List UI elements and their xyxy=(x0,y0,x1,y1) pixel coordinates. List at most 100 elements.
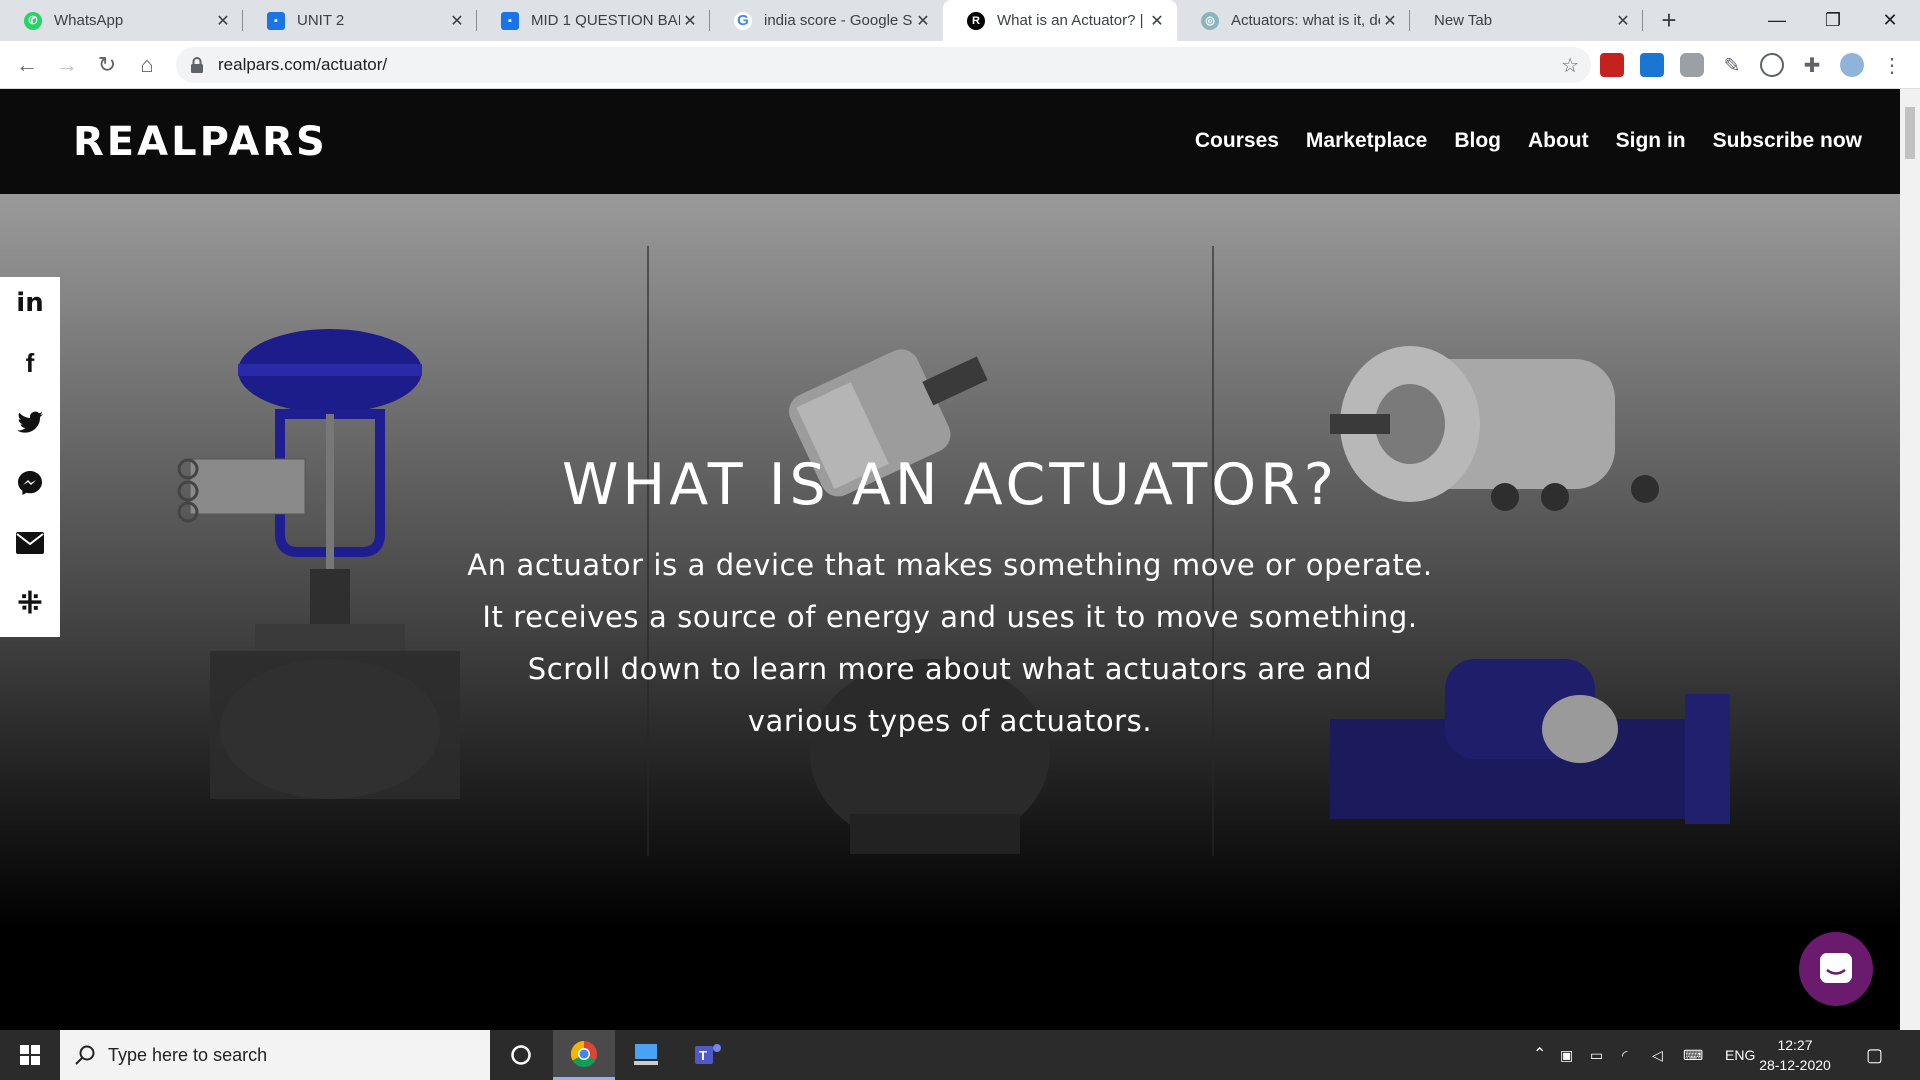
browser-toolbar: ← → ↻ ⌂ realpars.com/actuator/ ☆ ✎ ✚ ⋮ xyxy=(0,41,1920,89)
close-icon[interactable]: ✕ xyxy=(447,11,467,31)
page-scrollbar[interactable] xyxy=(1900,89,1920,1030)
close-window-button[interactable]: ✕ xyxy=(1862,0,1918,41)
meet-now-icon[interactable]: ▣ xyxy=(1560,1030,1573,1080)
extensions-puzzle-icon[interactable]: ✚ xyxy=(1800,53,1824,77)
hero-title: WHAT IS AN ACTUATOR? xyxy=(561,452,1339,518)
messenger-icon[interactable] xyxy=(14,467,46,499)
nav-about[interactable]: About xyxy=(1528,129,1589,153)
tab-new-tab[interactable]: New Tab ✕ xyxy=(1410,0,1643,41)
taskbar-teams[interactable]: T xyxy=(677,1030,739,1080)
profile-avatar[interactable] xyxy=(1840,53,1864,77)
tab-mid-1-question-bank[interactable]: ▪ MID 1 QUESTION BAN ✕ xyxy=(477,0,710,41)
screen-capture-extension-icon[interactable] xyxy=(1640,53,1664,77)
hero-section: WHAT IS AN ACTUATOR? An actuator is a de… xyxy=(0,194,1900,1030)
notifications-icon[interactable]: ▢ xyxy=(1866,1030,1883,1080)
hero-description: An actuator is a device that makes somet… xyxy=(400,539,1500,747)
search-icon xyxy=(75,1045,95,1065)
windows-taskbar: Type here to search T ⌃ ▣ ▭ ◜ ◁ ⌨ ENG 12… xyxy=(0,1030,1920,1080)
whatsapp-icon: ✆ xyxy=(24,11,42,30)
code-extension-icon[interactable] xyxy=(1760,53,1784,77)
clock-time: 12:27 xyxy=(1777,1037,1813,1053)
lock-icon[interactable] xyxy=(190,56,206,74)
hero-line: various types of actuators. xyxy=(747,704,1153,738)
close-icon[interactable]: ✕ xyxy=(1147,11,1167,31)
tab-unit-2[interactable]: ▪ UNIT 2 ✕ xyxy=(243,0,477,41)
teams-icon: T xyxy=(695,1044,721,1064)
realpars-logo[interactable]: REALPARS xyxy=(73,119,328,165)
svg-text:T: T xyxy=(699,1048,707,1063)
realpars-icon: R xyxy=(967,11,985,30)
address-bar[interactable]: realpars.com/actuator/ ☆ xyxy=(176,47,1591,83)
tab-whatsapp[interactable]: ✆ WhatsApp ✕ xyxy=(0,0,243,41)
tab-actuators-what-is-it[interactable]: ◎ Actuators: what is it, de ✕ xyxy=(1177,0,1410,41)
tab-title: New Tab xyxy=(1434,12,1493,29)
language-indicator[interactable]: ENG xyxy=(1725,1030,1755,1080)
cortana-circle-icon xyxy=(511,1045,531,1065)
site-icon: ◎ xyxy=(1201,11,1219,30)
keyboard-icon[interactable]: ⌨ xyxy=(1683,1030,1703,1080)
windows-start-button[interactable] xyxy=(0,1030,60,1080)
scrollbar-thumb[interactable] xyxy=(1905,107,1915,159)
close-icon[interactable]: ✕ xyxy=(1613,11,1633,31)
new-tab-button[interactable]: + xyxy=(1655,6,1683,34)
tab-strip: ✆ WhatsApp ✕ ▪ UNIT 2 ✕ ▪ MID 1 QUESTION… xyxy=(0,0,1920,41)
chrome-icon xyxy=(570,1040,597,1067)
site-header: REALPARS Courses Marketplace Blog About … xyxy=(0,89,1900,194)
reload-button[interactable]: ↻ xyxy=(92,50,122,80)
camera-extension-icon[interactable] xyxy=(1680,53,1704,77)
linkedin-icon[interactable]: in xyxy=(14,287,46,319)
restore-button[interactable]: ❐ xyxy=(1805,0,1861,41)
clock[interactable]: 12:27 28-12-2020 xyxy=(1755,1035,1835,1075)
volume-icon[interactable]: ◁ xyxy=(1652,1030,1663,1080)
clock-date: 28-12-2020 xyxy=(1759,1057,1831,1073)
google-classroom-icon: ▪ xyxy=(501,11,519,30)
chat-icon xyxy=(1820,953,1852,983)
nav-subscribe-now[interactable]: Subscribe now xyxy=(1713,129,1862,153)
email-icon[interactable] xyxy=(14,527,46,559)
show-hidden-icons-icon[interactable]: ⌃ xyxy=(1533,1030,1546,1080)
hero-line: An actuator is a device that makes somet… xyxy=(467,548,1433,582)
home-button[interactable]: ⌂ xyxy=(132,50,162,80)
google-icon: G xyxy=(734,11,752,30)
tab-india-score[interactable]: G india score - Google Se ✕ xyxy=(710,0,943,41)
url-text[interactable]: realpars.com/actuator/ xyxy=(218,55,1561,75)
taskbar-search-box[interactable]: Type here to search xyxy=(60,1030,490,1080)
tab-separator xyxy=(1642,10,1643,31)
bookmark-star-icon[interactable]: ☆ xyxy=(1561,53,1579,78)
close-icon[interactable]: ✕ xyxy=(1380,11,1400,31)
menu-kebab-icon[interactable]: ⋮ xyxy=(1880,53,1904,77)
cortana-button[interactable] xyxy=(490,1030,552,1080)
windows-logo-icon xyxy=(20,1045,40,1065)
eyedropper-extension-icon[interactable]: ✎ xyxy=(1720,53,1744,77)
close-icon[interactable]: ✕ xyxy=(680,11,700,31)
acrobat-extension-icon[interactable] xyxy=(1600,53,1624,77)
nav-courses[interactable]: Courses xyxy=(1195,129,1279,153)
twitter-icon[interactable] xyxy=(14,407,46,439)
battery-icon[interactable]: ▭ xyxy=(1590,1030,1603,1080)
nav-marketplace[interactable]: Marketplace xyxy=(1306,129,1427,153)
hero-line: Scroll down to learn more about what act… xyxy=(527,652,1373,686)
wifi-icon[interactable]: ◜ xyxy=(1622,1030,1627,1080)
tab-title: Actuators: what is it, de xyxy=(1231,12,1380,29)
nav-sign-in[interactable]: Sign in xyxy=(1616,129,1686,153)
tab-title: What is an Actuator? | xyxy=(997,12,1144,29)
intercom-chat-button[interactable] xyxy=(1799,932,1873,1006)
social-share-bar: in f ⁜ xyxy=(0,277,60,637)
close-icon[interactable]: ✕ xyxy=(213,11,233,31)
back-button[interactable]: ← xyxy=(12,50,42,80)
tab-title: UNIT 2 xyxy=(297,12,345,29)
forward-button[interactable]: → xyxy=(52,50,82,80)
taskbar-chrome[interactable] xyxy=(553,1030,615,1080)
web-page: REALPARS Courses Marketplace Blog About … xyxy=(0,89,1900,1030)
minimize-button[interactable]: — xyxy=(1749,0,1805,41)
tab-what-is-an-actuator[interactable]: R What is an Actuator? | ✕ xyxy=(943,0,1177,41)
google-classroom-icon: ▪ xyxy=(267,11,285,30)
nav-blog[interactable]: Blog xyxy=(1454,129,1501,153)
search-placeholder: Type here to search xyxy=(108,1044,268,1065)
close-icon[interactable]: ✕ xyxy=(913,11,933,31)
site-nav: Courses Marketplace Blog About Sign in S… xyxy=(1195,129,1862,153)
facebook-icon[interactable]: f xyxy=(14,347,46,379)
tab-title: india score - Google Se xyxy=(764,12,913,29)
taskbar-app[interactable] xyxy=(615,1030,677,1080)
slack-icon[interactable]: ⁜ xyxy=(14,587,46,620)
